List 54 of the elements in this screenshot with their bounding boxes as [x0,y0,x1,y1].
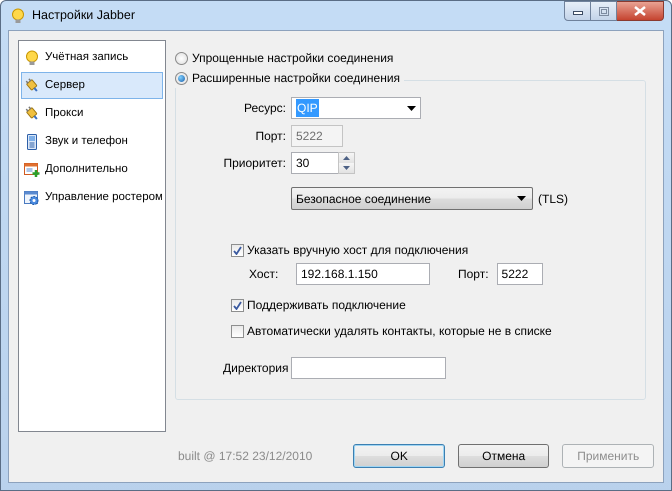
down-arrow-icon [343,166,350,170]
checkbox-label: Автоматически удалять контакты, которые не в списке [247,323,552,340]
security-dropdown[interactable]: Безопасное соединение [291,187,533,210]
checkbox[interactable] [231,298,244,312]
checkbox-option[interactable]: Поддерживать подключение [231,295,645,315]
build-info: built @ 17:52 23/12/2010 [178,449,312,463]
host-field[interactable]: 192.168.1.150 [296,263,430,285]
checkbox-option[interactable]: Автоматически удалять контакты, которые не в списке [231,321,645,341]
sidebar-item[interactable]: Прокси [21,100,163,127]
field-label: Директория [223,360,286,377]
radio-option[interactable]: Упрощенные настройки соединения [175,48,654,68]
spin-control[interactable] [338,152,355,174]
minimize-button[interactable] [564,1,591,21]
sidebar-item[interactable]: Учётная запись [21,44,163,71]
port-field[interactable]: 5222 [496,263,543,285]
radio-label: Расширенные настройки соединения [192,70,400,87]
field-label: Приоритет: [222,155,286,172]
checkbox-label: Указать вручную хост для подключения [247,242,468,259]
checkbox[interactable] [231,244,244,256]
dropdown-caret-icon [407,106,416,110]
dropdown-value: QIP [296,99,319,117]
dialog-button[interactable]: OK [353,444,445,468]
dropdown-value: Безопасное соединение [296,190,432,208]
checkmark-icon [233,246,242,254]
field-label: Порт: [254,128,286,145]
window-add-icon [24,162,40,178]
sidebar-item[interactable]: Управление ростером [21,184,163,211]
field-label: Ресурс: [242,100,286,117]
radio-button[interactable] [175,72,188,84]
dialog-button[interactable]: Отмена [458,444,550,468]
checkbox[interactable] [231,324,244,338]
phone-icon [24,134,40,150]
lightbulb-icon [24,50,40,66]
checkbox-label: Поддерживать подключение [247,297,406,314]
sidebar-item[interactable]: Сервер [21,72,163,99]
radio-button[interactable] [175,52,188,64]
field-label: Порт: [458,266,489,283]
radio-label: Упрощенные настройки соединения [192,50,394,67]
up-arrow-icon [343,156,350,160]
dropdown-caret-icon [517,196,526,201]
close-icon [634,6,646,16]
directory-field[interactable] [291,357,446,379]
window-title: Настройки Jabber [32,7,135,24]
sidebar-item[interactable]: Дополнительно [21,156,163,183]
sidebar-item[interactable]: Звук и телефон [21,128,163,155]
checkmark-icon [233,300,242,310]
priority-field[interactable]: 30 [291,152,338,174]
protocol-label: (TLS) [538,190,568,208]
lightbulb-icon [10,8,26,24]
close-button[interactable] [617,1,664,21]
maximize-icon [598,6,608,16]
settings-icon [24,190,40,206]
field-label: Хост: [249,266,280,283]
checkbox-option[interactable]: Указать вручную хост для подключения [231,240,645,260]
